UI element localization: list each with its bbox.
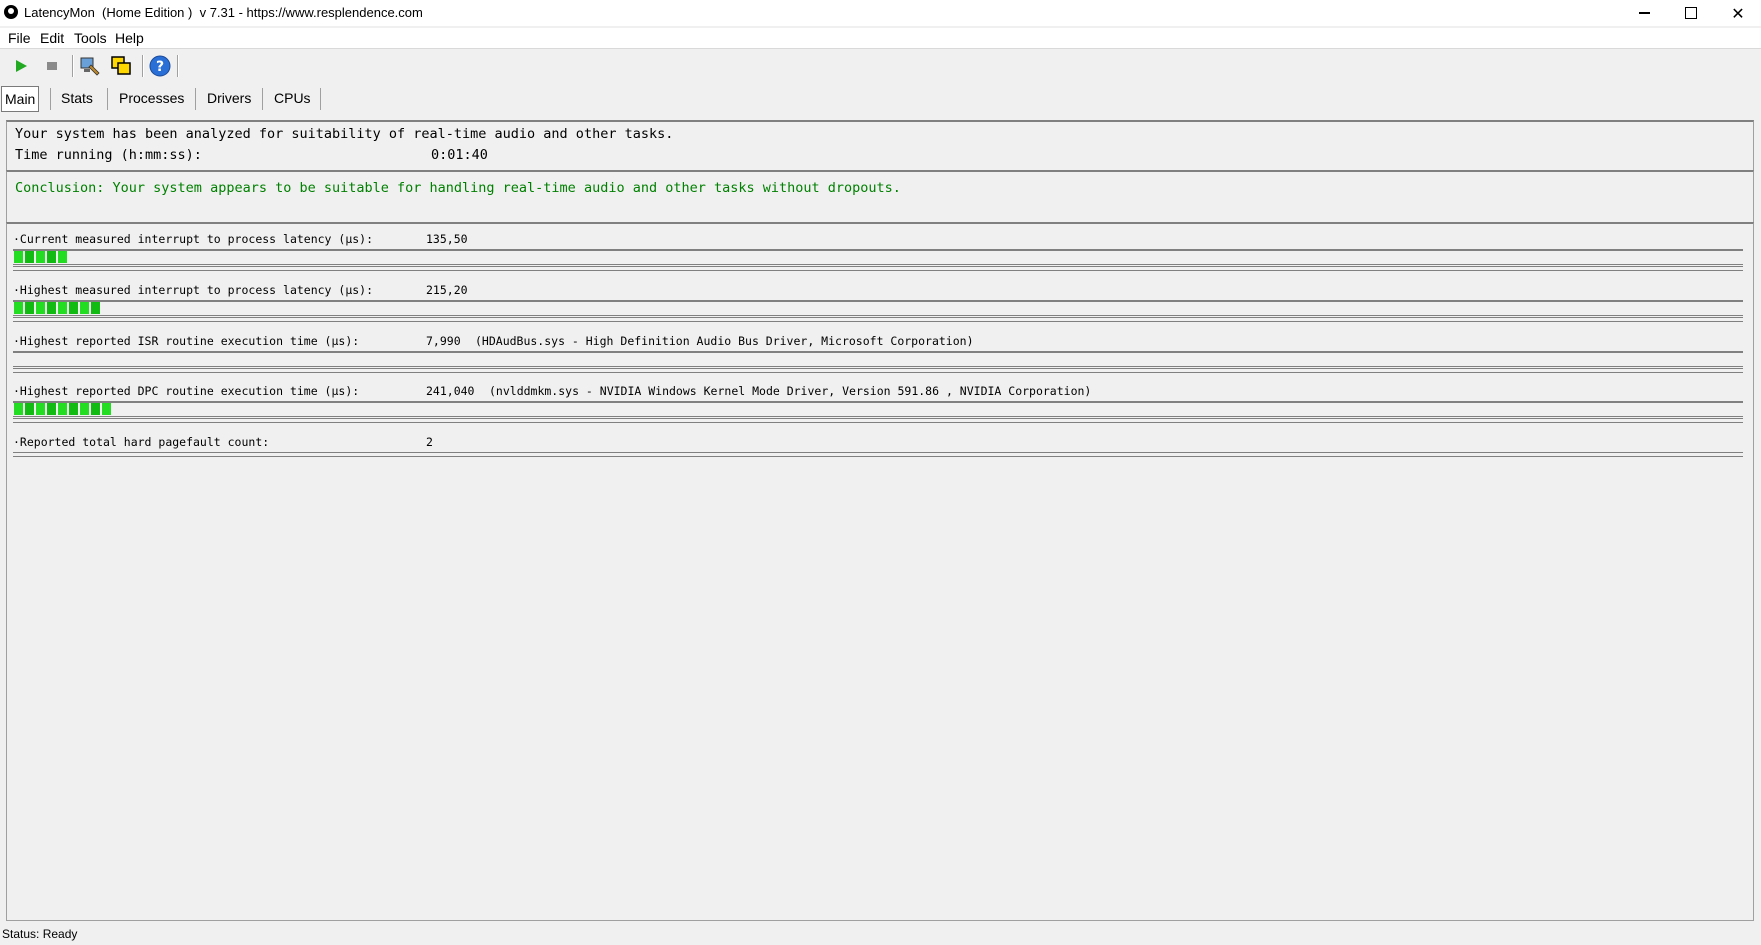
row-divider (13, 368, 1743, 373)
row-divider (13, 266, 1743, 271)
svg-text:?: ? (156, 59, 164, 75)
tab-stats[interactable]: Stats (61, 86, 93, 110)
help-button[interactable]: ? (147, 53, 173, 79)
row-divider (13, 418, 1743, 423)
measurement-value: 2 (426, 435, 433, 449)
status-bar: Status: Ready (0, 922, 1761, 945)
bar-segment (14, 403, 23, 415)
row-divider (13, 452, 1743, 457)
measurement-label: ·Highest reported ISR routine execution … (13, 334, 360, 348)
latency-bar (13, 401, 1743, 417)
maximize-icon (1685, 7, 1697, 19)
latency-bar (13, 300, 1743, 316)
toolbar-separator (72, 55, 74, 77)
window-title: LatencyMon (Home Edition ) v 7.31 - http… (24, 5, 423, 20)
bar-segment (91, 403, 100, 415)
measurement-label: ·Reported total hard pagefault count: (13, 435, 270, 449)
windows-icon (111, 56, 131, 75)
analysis-info-panel: Your system has been analyzed for suitab… (6, 120, 1754, 171)
stop-button[interactable] (39, 53, 65, 79)
stop-icon (47, 62, 57, 70)
tab-cpus[interactable]: CPUs (274, 86, 311, 110)
bar-segment (58, 302, 67, 314)
measurement-detail: (nvlddmkm.sys - NVIDIA Windows Kernel Mo… (489, 384, 1092, 398)
time-running-label: Time running (h:mm:ss): (15, 147, 202, 163)
measurements-panel: ·Current measured interrupt to process l… (6, 222, 1754, 921)
row-divider (13, 317, 1743, 322)
bar-segment (47, 251, 56, 263)
menu-edit[interactable]: Edit (40, 30, 64, 46)
toolbar-separator (142, 55, 144, 77)
tab-separator (195, 88, 196, 110)
start-button[interactable] (8, 53, 34, 79)
measurement-value: 215,20 (426, 283, 468, 297)
minimize-icon (1638, 12, 1650, 14)
measurement-value: 7,990 (426, 334, 461, 348)
menu-help[interactable]: Help (115, 30, 144, 46)
conclusion-panel: Conclusion: Your system appears to be su… (6, 170, 1754, 223)
monitor-settings-button[interactable] (77, 53, 103, 79)
maximize-button[interactable] (1668, 0, 1714, 26)
bar-segment (58, 403, 67, 415)
tab-separator (262, 88, 263, 110)
bar-segment (102, 403, 111, 415)
bar-segment (69, 302, 78, 314)
tab-main[interactable]: Main (1, 86, 40, 112)
status-text: Status: Ready (2, 927, 78, 941)
menu-bar: File Edit Tools Help (0, 28, 1761, 49)
bar-segment (47, 403, 56, 415)
close-button[interactable]: ✕ (1715, 0, 1761, 26)
bar-segment (14, 251, 23, 263)
tab-separator (50, 88, 51, 110)
windows-button[interactable] (108, 53, 134, 79)
analysis-summary: Your system has been analyzed for suitab… (15, 126, 674, 142)
tab-drivers[interactable]: Drivers (207, 86, 251, 110)
toolbar-separator (177, 55, 179, 77)
bar-segment (91, 302, 100, 314)
measurement-label: ·Current measured interrupt to process l… (13, 232, 374, 246)
bar-segment (25, 251, 34, 263)
measurement-detail: (HDAudBus.sys - High Definition Audio Bu… (475, 334, 974, 348)
latency-bar (13, 351, 1743, 367)
bar-segment (36, 302, 45, 314)
app-icon (4, 5, 18, 19)
bar-segment (58, 251, 67, 263)
bar-segment (25, 403, 34, 415)
bar-segment (80, 302, 89, 314)
help-icon: ? (149, 55, 171, 77)
tab-separator (320, 88, 321, 110)
bar-segment (36, 251, 45, 263)
measurement-value: 135,50 (426, 232, 468, 246)
tab-separator (107, 88, 108, 110)
play-icon (16, 60, 27, 72)
bar-segment (36, 403, 45, 415)
close-icon: ✕ (1731, 3, 1745, 23)
title-bar: LatencyMon (Home Edition ) v 7.31 - http… (0, 0, 1761, 26)
bar-segment (47, 302, 56, 314)
bar-segment (80, 403, 89, 415)
bar-segment (25, 302, 34, 314)
menu-tools[interactable]: Tools (74, 30, 107, 46)
conclusion-text: Conclusion: Your system appears to be su… (15, 180, 901, 196)
measurement-label: ·Highest reported DPC routine execution … (13, 384, 360, 398)
toolbar: ? (0, 50, 1761, 82)
tab-processes[interactable]: Processes (119, 86, 184, 110)
minimize-button[interactable] (1621, 0, 1667, 26)
bar-segment (14, 302, 23, 314)
menu-file[interactable]: File (8, 30, 31, 46)
latency-bar (13, 249, 1743, 265)
bar-segment (69, 403, 78, 415)
time-running-value: 0:01:40 (431, 147, 488, 163)
monitor-settings-icon (80, 57, 100, 76)
measurement-value: 241,040 (426, 384, 475, 398)
measurement-label: ·Highest measured interrupt to process l… (13, 283, 374, 297)
